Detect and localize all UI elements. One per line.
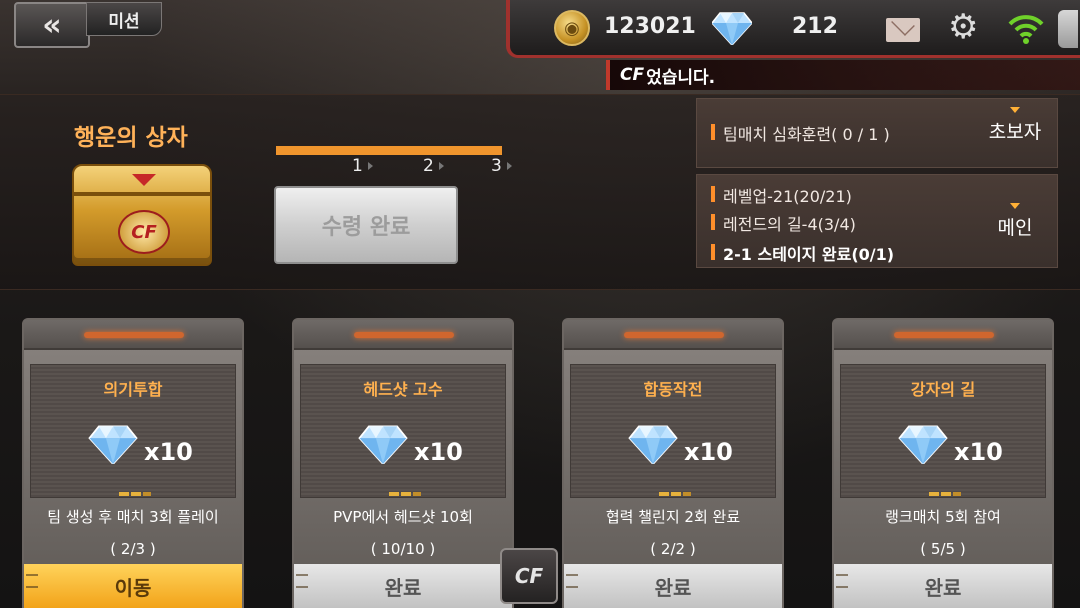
mission-card: 헤드샷 고수 x10 PVP에서 헤드샷 10회 ( 10/10 ) 완료 bbox=[292, 318, 514, 608]
card-progress: ( 10/10 ) bbox=[370, 540, 436, 558]
go-button[interactable]: 이동 bbox=[24, 564, 242, 608]
divider bbox=[119, 492, 151, 496]
reward-amount: x10 bbox=[954, 438, 1003, 466]
cf-logo-icon: CF bbox=[514, 564, 544, 588]
mail-icon[interactable] bbox=[886, 18, 920, 42]
double-chevron-left-icon: « bbox=[42, 7, 62, 43]
quest-category-main[interactable]: 메인 bbox=[981, 203, 1049, 240]
divider bbox=[659, 492, 691, 496]
quest-line: 팀매치 심화훈련( 0 / 1 ) bbox=[711, 121, 890, 145]
quest-line: 레벨업-21(20/21) bbox=[711, 183, 852, 207]
ticker-text: 었습니다. bbox=[646, 67, 716, 88]
complete-button[interactable]: 완료 bbox=[294, 564, 512, 608]
back-button[interactable]: « bbox=[14, 2, 90, 48]
cf-logo-icon: CF bbox=[620, 65, 645, 85]
card-progress: ( 2/3 ) bbox=[110, 540, 156, 558]
mission-card: 의기투합 x10 팀 생성 후 매치 3회 플레이 ( 2/3 ) 이동 bbox=[22, 318, 244, 608]
complete-button[interactable]: 완료 bbox=[564, 564, 782, 608]
box-progress-fill bbox=[276, 146, 502, 155]
news-ticker: CF 었습니다. bbox=[606, 60, 1080, 90]
chest-gem bbox=[132, 174, 156, 186]
card-header-bar bbox=[564, 320, 782, 350]
claim-button[interactable]: 수령 완료 bbox=[274, 186, 458, 264]
card-description: 팀 생성 후 매치 3회 플레이 bbox=[47, 508, 219, 526]
diamond-icon bbox=[358, 425, 408, 464]
card-title: 헤드샷 고수 bbox=[363, 380, 443, 399]
chevron-down-icon bbox=[1010, 203, 1020, 209]
card-progress: ( 2/2 ) bbox=[650, 540, 696, 558]
card-title: 합동작전 bbox=[643, 380, 703, 399]
card-header-bar bbox=[294, 320, 512, 350]
chest-icon[interactable]: CF bbox=[72, 164, 212, 266]
diamond-icon bbox=[712, 12, 752, 45]
card-description: 랭크매치 5회 참여 bbox=[885, 508, 1001, 526]
box-progress-bar bbox=[276, 146, 502, 155]
progress-step-1: 1 bbox=[352, 156, 373, 176]
card-header-bar bbox=[834, 320, 1052, 350]
diamond-icon bbox=[898, 425, 948, 464]
reward-amount: x10 bbox=[144, 438, 193, 466]
card-description: 협력 챌린지 2회 완료 bbox=[605, 508, 741, 526]
progress-step-2: 2 bbox=[423, 156, 444, 176]
mission-card: 합동작전 x10 협력 챌린지 2회 완료 ( 2/2 ) 완료 bbox=[562, 318, 784, 608]
card-title: 의기투합 bbox=[103, 380, 163, 399]
card-description: PVP에서 헤드샷 10회 bbox=[333, 508, 473, 526]
mission-tab[interactable]: 미션 bbox=[86, 2, 162, 36]
card-title: 강자의 길 bbox=[910, 380, 976, 399]
reward-amount: x10 bbox=[414, 438, 463, 466]
wifi-icon bbox=[1008, 15, 1044, 44]
card-header-bar bbox=[24, 320, 242, 350]
progress-step-3: 3 bbox=[491, 156, 512, 176]
divider bbox=[929, 492, 961, 496]
diamond-icon bbox=[628, 425, 678, 464]
lucky-box-title: 행운의 상자 bbox=[74, 125, 188, 151]
coin-count: 123021 bbox=[604, 14, 696, 39]
quest-group-beginner[interactable]: 팀매치 심화훈련( 0 / 1 ) 초보자 bbox=[696, 98, 1058, 168]
chest-lid bbox=[74, 192, 210, 196]
cf-logo-icon: CF bbox=[118, 210, 170, 254]
divider bbox=[389, 492, 421, 496]
complete-button[interactable]: 완료 bbox=[834, 564, 1052, 608]
gem-count: 212 bbox=[792, 14, 838, 39]
cf-logo-button[interactable]: CF bbox=[500, 548, 558, 604]
gear-icon[interactable]: ⚙ bbox=[948, 10, 978, 44]
coin-icon: ◉ bbox=[554, 10, 590, 46]
quest-group-main[interactable]: 레벨업-21(20/21) 레전드의 길-4(3/4) 2-1 스테이지 완료(… bbox=[696, 174, 1058, 268]
quest-line: 레전드의 길-4(3/4) bbox=[711, 211, 856, 235]
chevron-down-icon bbox=[1010, 107, 1020, 113]
diamond-icon bbox=[88, 425, 138, 464]
quest-category-beginner[interactable]: 초보자 bbox=[981, 107, 1049, 144]
quest-line: 2-1 스테이지 완료(0/1) bbox=[711, 241, 894, 265]
reward-amount: x10 bbox=[684, 438, 733, 466]
card-progress: ( 5/5 ) bbox=[920, 540, 966, 558]
side-panel-handle[interactable] bbox=[1058, 10, 1078, 48]
mission-card: 강자의 길 x10 랭크매치 5회 참여 ( 5/5 ) 완료 bbox=[832, 318, 1054, 608]
